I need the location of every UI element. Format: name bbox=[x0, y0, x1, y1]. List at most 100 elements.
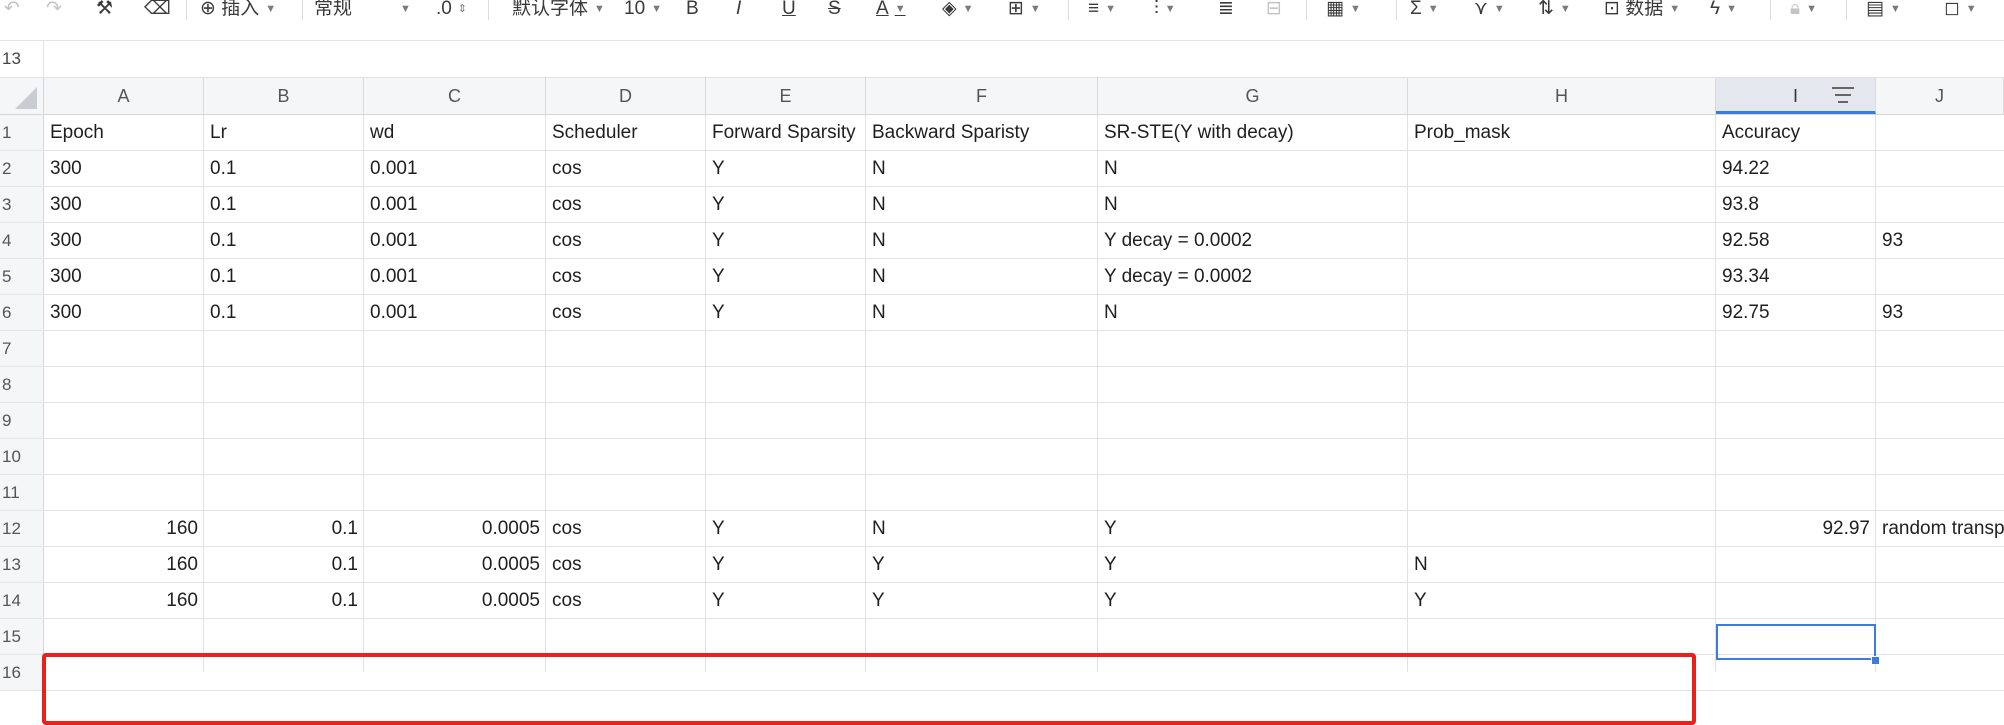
cell-C14[interactable]: 0.0005 bbox=[364, 583, 546, 618]
cell-I12[interactable]: 92.97 bbox=[1716, 511, 1876, 546]
cell-F12[interactable]: N bbox=[866, 511, 1098, 546]
cell-B3[interactable]: 0.1 bbox=[204, 187, 364, 222]
cell-G6[interactable]: N bbox=[1098, 295, 1408, 330]
cell-G3[interactable]: N bbox=[1098, 187, 1408, 222]
align-left-icon[interactable]: ≡ ▼ bbox=[1088, 0, 1116, 24]
row-header-2[interactable]: 2 bbox=[0, 151, 44, 187]
eraser-icon[interactable]: ⌫ bbox=[144, 0, 171, 24]
cell-D1[interactable]: Scheduler bbox=[546, 115, 706, 150]
cell-C1[interactable]: wd bbox=[364, 115, 546, 150]
cell-C13[interactable]: 0.0005 bbox=[364, 547, 546, 582]
cell-F1[interactable]: Backward Sparisty bbox=[866, 115, 1098, 150]
flash-fill-icon[interactable]: ϟ ▼ bbox=[1710, 0, 1737, 24]
underline-button[interactable]: U bbox=[782, 0, 796, 24]
cell-A12[interactable]: 160 bbox=[44, 511, 204, 546]
cell-J12[interactable]: random transp bbox=[1876, 511, 2004, 546]
cell-I5[interactable]: 93.34 bbox=[1716, 259, 1876, 294]
cell-D3[interactable]: cos bbox=[546, 187, 706, 222]
cell-D12[interactable]: cos bbox=[546, 511, 706, 546]
filter-icon[interactable]: ⋎ ▼ bbox=[1474, 0, 1505, 24]
cell-D14[interactable]: cos bbox=[546, 583, 706, 618]
row-header-10[interactable]: 10 bbox=[0, 439, 44, 475]
row-header-6[interactable]: 6 bbox=[0, 295, 44, 331]
font-color-button[interactable]: A ▼ bbox=[876, 0, 906, 24]
cell-E1[interactable]: Forward Sparsity bbox=[706, 115, 866, 150]
cell-A1[interactable]: Epoch bbox=[44, 115, 204, 150]
cell-F13[interactable]: Y bbox=[866, 547, 1098, 582]
row-header-9[interactable]: 9 bbox=[0, 403, 44, 439]
bold-button[interactable]: B bbox=[686, 0, 699, 24]
cell-C5[interactable]: 0.001 bbox=[364, 259, 546, 294]
row-header-7[interactable]: 7 bbox=[0, 331, 44, 367]
conditional-format-icon[interactable]: ▦ ▼ bbox=[1326, 0, 1361, 24]
column-header-J[interactable]: J bbox=[1876, 78, 2004, 114]
cell-D2[interactable]: cos bbox=[546, 151, 706, 186]
cell-E12[interactable]: Y bbox=[706, 511, 866, 546]
cell-C2[interactable]: 0.001 bbox=[364, 151, 546, 186]
cell-E2[interactable]: Y bbox=[706, 151, 866, 186]
row-header-4[interactable]: 4 bbox=[0, 223, 44, 259]
row-header-8[interactable]: 8 bbox=[0, 367, 44, 403]
cell-B13[interactable]: 0.1 bbox=[204, 547, 364, 582]
undo-icon[interactable]: ↶ bbox=[4, 0, 20, 24]
column-header-F[interactable]: F bbox=[866, 78, 1098, 114]
cell-J6[interactable]: 93 bbox=[1876, 295, 2004, 330]
cell-B4[interactable]: 0.1 bbox=[204, 223, 364, 258]
cell-E6[interactable]: Y bbox=[706, 295, 866, 330]
cell-C3[interactable]: 0.001 bbox=[364, 187, 546, 222]
column-header-G[interactable]: G bbox=[1098, 78, 1408, 114]
cell-H13[interactable]: N bbox=[1408, 547, 1716, 582]
insert-button[interactable]: ⊕ 插入 ▼ bbox=[200, 0, 276, 24]
spreadsheet-grid[interactable]: ABCDEFGHIJ 1 2 3 4 5 6 7 8 9 10 11 12 13 14 15 16 Epoch… bbox=[0, 78, 2004, 725]
cell-C12[interactable]: 0.0005 bbox=[364, 511, 546, 546]
column-header-B[interactable]: B bbox=[204, 78, 364, 114]
italic-button[interactable]: I bbox=[736, 0, 741, 24]
clipboard-icon[interactable]: ▤ ▼ bbox=[1866, 0, 1901, 24]
cell-I6[interactable]: 92.75 bbox=[1716, 295, 1876, 330]
cell-F5[interactable]: N bbox=[866, 259, 1098, 294]
font-size-dropdown[interactable]: 10 ▼ bbox=[624, 0, 662, 24]
cell-F2[interactable]: N bbox=[866, 151, 1098, 186]
fill-color-icon[interactable]: ◈ ▼ bbox=[942, 0, 974, 24]
row-header-15[interactable]: 15 bbox=[0, 619, 44, 655]
row-header-11[interactable]: 11 bbox=[0, 475, 44, 511]
row-header-12[interactable]: 12 bbox=[0, 511, 44, 547]
merge-cells-icon[interactable]: ⊟ bbox=[1266, 0, 1282, 24]
column-header-H[interactable]: H bbox=[1408, 78, 1716, 114]
cell-B1[interactable]: Lr bbox=[204, 115, 364, 150]
cell-D4[interactable]: cos bbox=[546, 223, 706, 258]
cell-C6[interactable]: 0.001 bbox=[364, 295, 546, 330]
cell-I3[interactable]: 93.8 bbox=[1716, 187, 1876, 222]
cell-D13[interactable]: cos bbox=[546, 547, 706, 582]
redo-icon[interactable]: ↷ bbox=[46, 0, 62, 24]
name-box[interactable]: 13 bbox=[0, 41, 46, 77]
cell-B5[interactable]: 0.1 bbox=[204, 259, 364, 294]
cell-A2[interactable]: 300 bbox=[44, 151, 204, 186]
font-family-dropdown[interactable]: 默认字体 ▼ bbox=[512, 0, 605, 24]
vertical-align-icon[interactable]: ⫶ ▼ bbox=[1154, 0, 1176, 24]
cell-I2[interactable]: 94.22 bbox=[1716, 151, 1876, 186]
sort-icon[interactable]: ⇅ ▼ bbox=[1538, 0, 1571, 24]
row-header-3[interactable]: 3 bbox=[0, 187, 44, 223]
fill-handle[interactable] bbox=[1871, 656, 1880, 665]
cell-J4[interactable]: 93 bbox=[1876, 223, 2004, 258]
cell-H14[interactable]: Y bbox=[1408, 583, 1716, 618]
number-format-dropdown[interactable]: 常规 ▼ bbox=[314, 0, 411, 24]
cell-B14[interactable]: 0.1 bbox=[204, 583, 364, 618]
cell-A4[interactable]: 300 bbox=[44, 223, 204, 258]
cell-E4[interactable]: Y bbox=[706, 223, 866, 258]
cell-C4[interactable]: 0.001 bbox=[364, 223, 546, 258]
cell-E13[interactable]: Y bbox=[706, 547, 866, 582]
cell-D6[interactable]: cos bbox=[546, 295, 706, 330]
row-header-14[interactable]: 14 bbox=[0, 583, 44, 619]
cell-A6[interactable]: 300 bbox=[44, 295, 204, 330]
cell-G12[interactable]: Y bbox=[1098, 511, 1408, 546]
active-cell[interactable] bbox=[1716, 624, 1876, 660]
cell-G14[interactable]: Y bbox=[1098, 583, 1408, 618]
strikethrough-button[interactable]: S bbox=[828, 0, 841, 24]
data-menu[interactable]: ⊡ 数据 ▼ bbox=[1604, 0, 1680, 24]
row-header-16[interactable]: 16 bbox=[0, 655, 44, 691]
cell-G4[interactable]: Y decay = 0.0002 bbox=[1098, 223, 1408, 258]
wrap-text-icon[interactable]: ≣ bbox=[1218, 0, 1234, 24]
sum-icon[interactable]: Σ ▼ bbox=[1410, 0, 1439, 24]
